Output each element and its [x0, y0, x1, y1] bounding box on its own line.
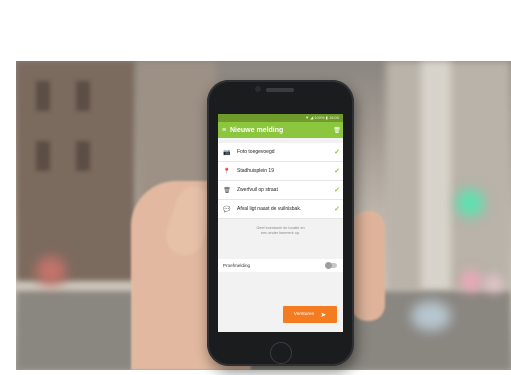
camera-icon: 📷 — [223, 149, 231, 156]
list-item[interactable]: 🗑 Zwerfvuil op straat ✓ — [218, 181, 343, 200]
speaker-grille — [266, 88, 294, 92]
list-item-label: Zwerfvuil op straat — [237, 187, 278, 193]
status-bar: ▼ ◢ 100% ▮ 16:00 — [218, 114, 343, 122]
smartphone: ▼ ◢ 100% ▮ 16:00 ≡ Nieuwe melding 🗑 📷 Fo… — [207, 80, 354, 366]
toggle-label: Proefmelding — [223, 263, 251, 268]
check-icon: ✓ — [334, 168, 340, 175]
hamburger-menu-icon[interactable]: ≡ — [218, 127, 230, 134]
send-arrow-icon: ➤ — [320, 311, 327, 319]
list-item-label: Afval ligt naast de vuilnisbak. — [237, 206, 302, 212]
hint-line: een ander kenmerk op. — [260, 231, 301, 235]
phone-screen: ▼ ◢ 100% ▮ 16:00 ≡ Nieuwe melding 🗑 📷 Fo… — [218, 114, 343, 332]
map-pin-icon: 📍 — [223, 168, 231, 175]
trash-bin-icon: 🗑 — [223, 187, 231, 194]
chat-bubble-icon: 💬 — [223, 206, 231, 213]
list-item[interactable]: 💬 Afval ligt naast de vuilnisbak. ✓ — [218, 200, 343, 219]
list-item-label: Stadhuisplein 19 — [237, 168, 274, 174]
check-icon: ✓ — [334, 187, 340, 194]
check-icon: ✓ — [334, 149, 340, 156]
list-item-label: Foto toegevoegd — [237, 149, 275, 155]
home-button[interactable] — [270, 342, 292, 364]
send-button[interactable]: Versturen ➤ — [283, 306, 337, 323]
test-report-toggle[interactable] — [325, 262, 337, 269]
app-bar: ≡ Nieuwe melding 🗑 — [218, 122, 343, 138]
list-item[interactable]: 📷 Foto toegevoegd ✓ — [218, 143, 343, 162]
app-title: Nieuwe melding — [230, 126, 284, 134]
hint-text: Geef eventueel de locatie en een ander k… — [232, 226, 329, 236]
report-summary-list: 📷 Foto toegevoegd ✓ 📍 Stadhuisplein 19 ✓… — [218, 143, 343, 219]
check-icon: ✓ — [334, 206, 340, 213]
send-button-label: Versturen — [293, 312, 315, 317]
test-report-toggle-row[interactable]: Proefmelding — [218, 259, 343, 272]
fingers — [351, 211, 385, 321]
list-item[interactable]: 📍 Stadhuisplein 19 ✓ — [218, 162, 343, 181]
toggle-knob — [325, 262, 332, 269]
trash-icon[interactable]: 🗑 — [331, 127, 343, 134]
front-camera — [255, 86, 261, 92]
